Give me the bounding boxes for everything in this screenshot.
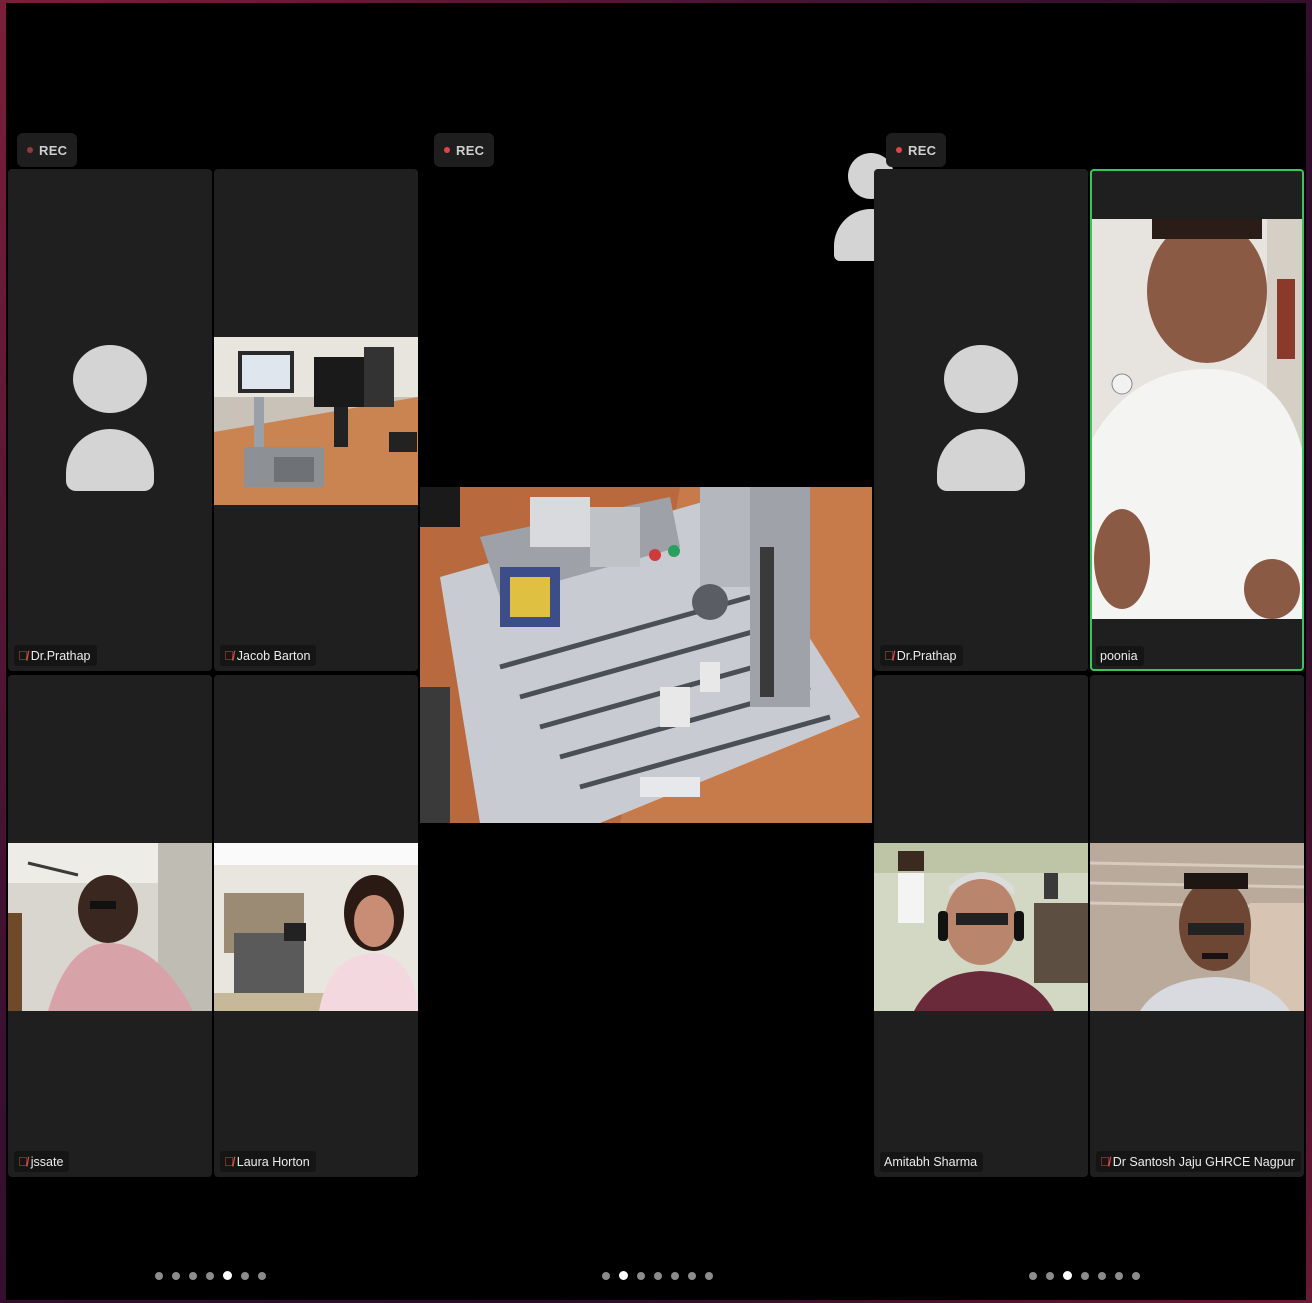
recording-indicator: REC: [17, 133, 78, 167]
participant-name-tag: 🎙̸ Dr.Prathap: [880, 645, 963, 666]
recording-indicator: REC: [886, 133, 947, 167]
microphone-muted-icon: 🎙̸: [224, 1154, 234, 1169]
page-dot[interactable]: [1029, 1271, 1037, 1280]
participant-video: [8, 843, 212, 1011]
participant-name: poonia: [1100, 649, 1138, 663]
page-dot[interactable]: [602, 1271, 610, 1280]
participant-tile[interactable]: 🎙̸ Jacob Barton: [214, 169, 418, 671]
participant-name: jssate: [30, 1154, 64, 1169]
microphone-muted-icon: 🎙̸: [224, 648, 234, 663]
participant-name-tag: 🎙̸ jssate: [14, 1151, 70, 1172]
page-dot[interactable]: [1081, 1271, 1089, 1280]
page-dot[interactable]: [172, 1271, 180, 1280]
page-dot[interactable]: [654, 1271, 662, 1280]
participant-tile[interactable]: 🎙̸ jssate: [8, 675, 212, 1177]
page-dot[interactable]: [155, 1271, 163, 1280]
page-dot-active[interactable]: [223, 1271, 232, 1280]
page-dot[interactable]: [206, 1271, 214, 1280]
participant-name: Laura Horton: [236, 1154, 310, 1169]
participant-video: [874, 843, 1088, 1011]
participant-name-tag: poonia: [1096, 646, 1144, 666]
rec-label: REC: [456, 142, 485, 158]
participant-video: [214, 337, 418, 505]
meeting-window: REC 🎙̸ Dr.Prathap 🎙̸ Jacob Barton 🎙̸ jss…: [6, 3, 1306, 1300]
participant-tile[interactable]: 🎙̸ Dr.Prathap: [874, 169, 1088, 671]
participant-tile[interactable]: 🎙̸ Laura Horton: [214, 675, 418, 1177]
participant-tile[interactable]: 🎙̸ Dr Santosh Jaju GHRCE Nagpur: [1090, 675, 1304, 1177]
microphone-muted-icon: 🎙̸: [18, 648, 28, 663]
participant-name-tag: Amitabh Sharma: [880, 1152, 984, 1172]
participant-video: [1090, 843, 1304, 1011]
participant-tile-active-speaker[interactable]: poonia: [1090, 169, 1304, 671]
page-dot[interactable]: [637, 1271, 645, 1280]
page-dot[interactable]: [258, 1271, 266, 1280]
page-dot[interactable]: [705, 1271, 713, 1280]
page-dot[interactable]: [241, 1271, 249, 1280]
microphone-muted-icon: 🎙̸: [884, 648, 894, 663]
page-dot[interactable]: [688, 1271, 696, 1280]
participant-tile[interactable]: Amitabh Sharma: [874, 675, 1088, 1177]
page-dot-active[interactable]: [619, 1271, 628, 1280]
record-dot-icon: [896, 147, 902, 153]
participant-name-tag: 🎙̸ Dr.Prathap: [14, 645, 97, 666]
page-indicator[interactable]: [155, 1271, 266, 1280]
page-dot[interactable]: [189, 1271, 197, 1280]
page-indicator[interactable]: [1029, 1271, 1140, 1280]
participant-name: Dr.Prathap: [896, 648, 957, 663]
record-dot-icon: [27, 147, 33, 153]
page-dot[interactable]: [671, 1271, 679, 1280]
page-dot[interactable]: [1115, 1271, 1123, 1280]
participant-tile[interactable]: 🎙̸ Dr.Prathap: [8, 169, 212, 671]
participant-name: Dr Santosh Jaju GHRCE Nagpur: [1112, 1154, 1295, 1169]
person-avatar-icon: [66, 345, 154, 491]
page-dot[interactable]: [1046, 1271, 1054, 1280]
participant-name: Dr.Prathap: [30, 648, 91, 663]
participant-name-tag: 🎙̸ Laura Horton: [220, 1151, 316, 1172]
microphone-muted-icon: 🎙̸: [18, 1154, 28, 1169]
participant-name-tag: 🎙̸ Dr Santosh Jaju GHRCE Nagpur: [1096, 1151, 1301, 1172]
page-dot-active[interactable]: [1063, 1271, 1072, 1280]
participant-video: [1092, 219, 1302, 619]
rec-label: REC: [39, 142, 68, 158]
page-indicator[interactable]: [602, 1271, 713, 1280]
participant-name: Jacob Barton: [236, 648, 311, 663]
record-dot-icon: [444, 147, 450, 153]
page-dot[interactable]: [1098, 1271, 1106, 1280]
page-dot[interactable]: [1132, 1271, 1140, 1280]
shared-video[interactable]: [420, 487, 872, 823]
participant-name: Amitabh Sharma: [884, 1155, 978, 1169]
person-avatar-icon: [937, 345, 1025, 491]
rec-label: REC: [908, 142, 937, 158]
participant-name-tag: 🎙̸ Jacob Barton: [220, 645, 317, 666]
microphone-muted-icon: 🎙̸: [1100, 1154, 1110, 1169]
recording-indicator: REC: [434, 133, 495, 167]
participant-video: [214, 843, 418, 1011]
